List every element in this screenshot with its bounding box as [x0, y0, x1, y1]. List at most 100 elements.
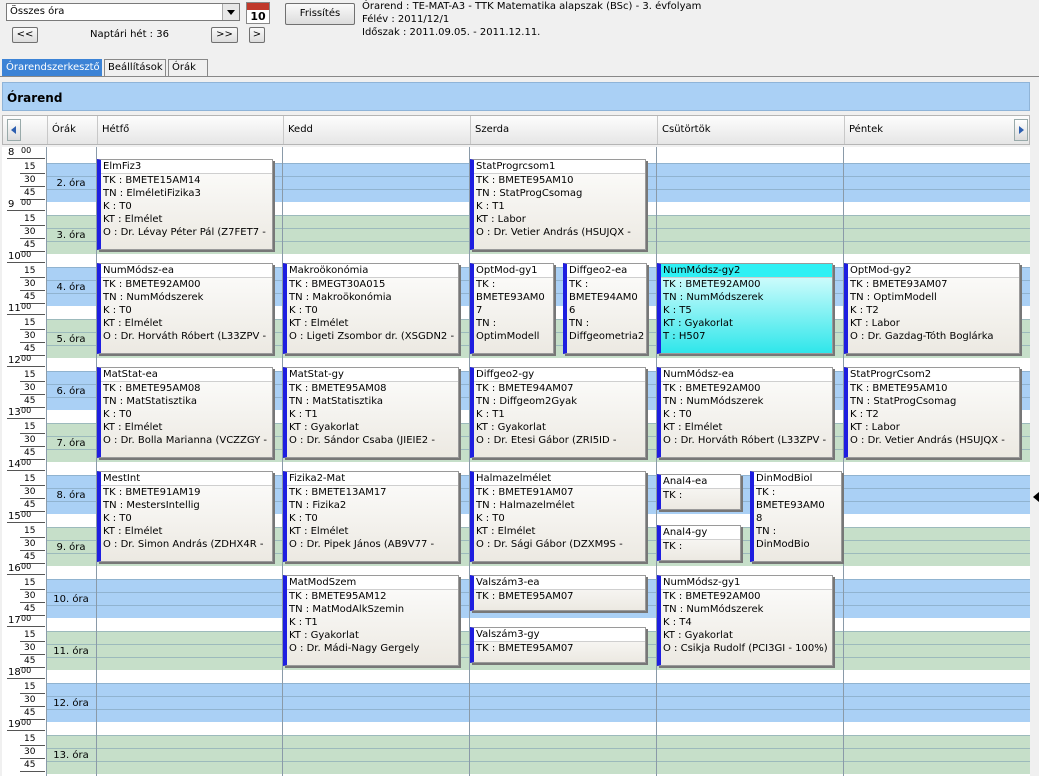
course-card[interactable]: StatProgrcsom1 TK : BMETE95AM10 TN : StatP… [470, 159, 646, 250]
day-header: Órák Hétfő Kedd Szerda Csütörtök Péntek [2, 115, 1030, 145]
course-card[interactable]: Makroökonómia TK : BMEGT30A015 TN : Makroö… [283, 263, 459, 354]
course-card[interactable]: MatStat-gy TK : BMETE95AM08 TN : MatStatis… [283, 367, 459, 458]
course-detail: O : Dr. Sándor Csaba (JIEIE2 - [289, 435, 435, 446]
course-detail: TK : BMETE95AM07 [476, 643, 574, 654]
course-detail: T : H507 [663, 331, 706, 342]
course-detail: KT : Elmélet [289, 526, 349, 537]
next-week-button[interactable]: >> [211, 27, 238, 43]
course-card[interactable]: MatModSzem TK : BMETE95AM12 TN : MatModAlk… [283, 575, 459, 666]
course-card[interactable]: Fizika2-Mat TK : BMETE13AM17 TN : Fizika2 K… [283, 471, 459, 562]
hour-label: 12 [8, 355, 21, 366]
course-detail: K : T2 [850, 305, 879, 316]
tab-orarendszerkeszto[interactable]: Órarendszerkesztő [2, 59, 102, 76]
course-detail: TN : StatProgCsomag [850, 396, 957, 407]
course-detail: O : Dr. Lévay Péter Pál (Z7FET7 - [103, 227, 266, 238]
minute-label: 00 [21, 250, 32, 259]
course-card[interactable]: MestInt TK : BMETE91AM19 TN : MestersIntel… [97, 471, 273, 562]
course-card[interactable]: Anal4-gy TK : [657, 525, 741, 561]
minute-label: 00 [21, 666, 32, 675]
splitter-handle[interactable] [1033, 492, 1039, 502]
ora-label: 3. óra [56, 230, 86, 241]
minute-label: 30 [24, 435, 36, 445]
course-detail: TK : BMETE15AM14 [103, 175, 201, 186]
calendar-icon[interactable]: 10 [246, 2, 270, 24]
course-title: OptMod-gy1 [474, 264, 553, 278]
course-detail: K : T2 [850, 409, 879, 420]
ora-label: 10. óra [53, 594, 89, 605]
course-detail: TN : [476, 318, 497, 329]
course-detail: TK : BMETE95AM08 [103, 383, 201, 394]
course-card[interactable]: Halmazelmélet TK : BMETE91AM07 TN : Halmaz… [470, 471, 646, 562]
minute-label: 00 [21, 406, 32, 415]
refresh-button[interactable]: Frissítés [285, 3, 355, 25]
minute-label: 45 [24, 656, 36, 666]
course-card[interactable]: StatProgrCsom2 TK : BMETE95AM10 TN : StatP… [844, 367, 1020, 458]
minute-label: 00 [21, 718, 32, 727]
chevron-down-icon[interactable] [222, 4, 239, 20]
minute-label: 00 [21, 458, 32, 467]
course-detail: TK : BMETE95AM12 [289, 591, 387, 602]
minute-label: 00 [21, 302, 32, 311]
course-card[interactable]: NumMódsz-gy2 TK : BMETE92AM00 TN : NumMóds… [657, 263, 833, 354]
course-detail: KT : Gyakorlat [663, 318, 733, 329]
minute-label: 30 [24, 227, 36, 237]
course-detail: TK : [663, 490, 683, 501]
minute-label: 00 [21, 614, 32, 623]
minute-label: 45 [24, 240, 36, 250]
course-card[interactable]: Diffgeo2-gy TK : BMETE94AM07 TN : Diffgeom… [470, 367, 646, 458]
minute-label: 30 [24, 331, 36, 341]
filter-select[interactable]: Összes óra [6, 3, 240, 21]
course-card[interactable]: MatStat-ea TK : BMETE95AM08 TN : MatStatis… [97, 367, 273, 458]
course-detail: TK : BMETE92AM00 [663, 383, 761, 394]
course-card[interactable]: Valszám3-ea TK : BMETE95AM07 [470, 575, 646, 611]
course-detail: K : T4 [663, 617, 692, 628]
prev-week-button[interactable]: << [12, 27, 38, 43]
course-detail: O : Dr. Etesi Gábor (ZRI5ID - [476, 435, 617, 446]
course-title: MatModSzem [287, 576, 458, 590]
course-detail: TN : Fizika2 [289, 500, 347, 511]
course-card[interactable]: Diffgeo2-ea TK : BMETE94AM0 6 TN : Diffgeomet… [563, 263, 647, 354]
course-title: Diffgeo2-gy [474, 368, 645, 382]
course-card[interactable]: NumMódsz-gy1 TK : BMETE92AM00 TN : NumMóds… [657, 575, 833, 666]
course-detail: TK : BMETE95AM08 [289, 383, 387, 394]
course-card[interactable]: Anal4-ea TK : [657, 474, 741, 510]
tab-beallitasok[interactable]: Beállítások [104, 59, 166, 76]
course-title: Valszám3-ea [474, 576, 645, 590]
course-detail: BMETE93AM0 [476, 292, 545, 303]
ora-label: 4. óra [56, 282, 86, 293]
minute-label: 30 [24, 591, 36, 601]
minute-label: 15 [24, 162, 36, 172]
header-day: Kedd [283, 116, 470, 144]
course-detail: TK : BMETE95AM10 [476, 175, 574, 186]
minute-label: 45 [24, 344, 36, 354]
minute-label: 45 [24, 188, 36, 198]
chevron-left-icon[interactable] [7, 119, 21, 141]
course-detail: K : T0 [476, 513, 505, 524]
chevron-right-icon[interactable] [1014, 119, 1028, 141]
course-detail: K : T0 [289, 305, 318, 316]
course-detail: KT : Gyakorlat [663, 630, 733, 641]
course-card[interactable]: NumMódsz-ea TK : BMETE92AM00 TN : NumMódsz… [657, 367, 833, 458]
course-detail: K : T0 [103, 201, 132, 212]
course-card[interactable]: ElmFiz3 TK : BMETE15AM14 TN : ElméletiFizi… [97, 159, 273, 250]
course-card[interactable]: NumMódsz-ea TK : BMETE92AM00 TN : NumMódsz… [97, 263, 273, 354]
minute-label: 30 [24, 747, 36, 757]
tab-orak[interactable]: Órák [168, 59, 208, 76]
course-detail: KT : Elmélet [476, 526, 536, 537]
course-card[interactable]: Valszám3-gy TK : BMETE95AM07 [470, 627, 646, 663]
course-detail: KT : Gyakorlat [289, 422, 359, 433]
course-card[interactable]: OptMod-gy2 TK : BMETE93AM07 TN : OptimMode… [844, 263, 1020, 354]
minute-label: 45 [24, 448, 36, 458]
course-detail: 8 [756, 513, 763, 524]
course-card[interactable]: DinModBiol TK : BMETE93AM0 8 TN : DinModBio [750, 471, 842, 562]
ora-label: 9. óra [56, 542, 86, 553]
course-detail: K : T1 [476, 409, 505, 420]
next-button[interactable]: > [249, 27, 265, 43]
course-detail: KT : Gyakorlat [289, 630, 359, 641]
week-label: Naptári hét : 36 [90, 29, 169, 40]
info-timetable: Órarend : TE-MAT-A3 - TTK Matematika ala… [362, 1, 702, 12]
course-detail: KT : Labor [850, 318, 900, 329]
course-card[interactable]: OptMod-gy1 TK : BMETE93AM0 7 TN : OptimModell [470, 263, 554, 354]
timetable-grid: 8 00 15 30 45 9 00 15 30 45 10 00 15 30 45 11 00 15 30 45 12… [2, 147, 1030, 776]
filter-select-value: Összes óra [10, 6, 65, 17]
